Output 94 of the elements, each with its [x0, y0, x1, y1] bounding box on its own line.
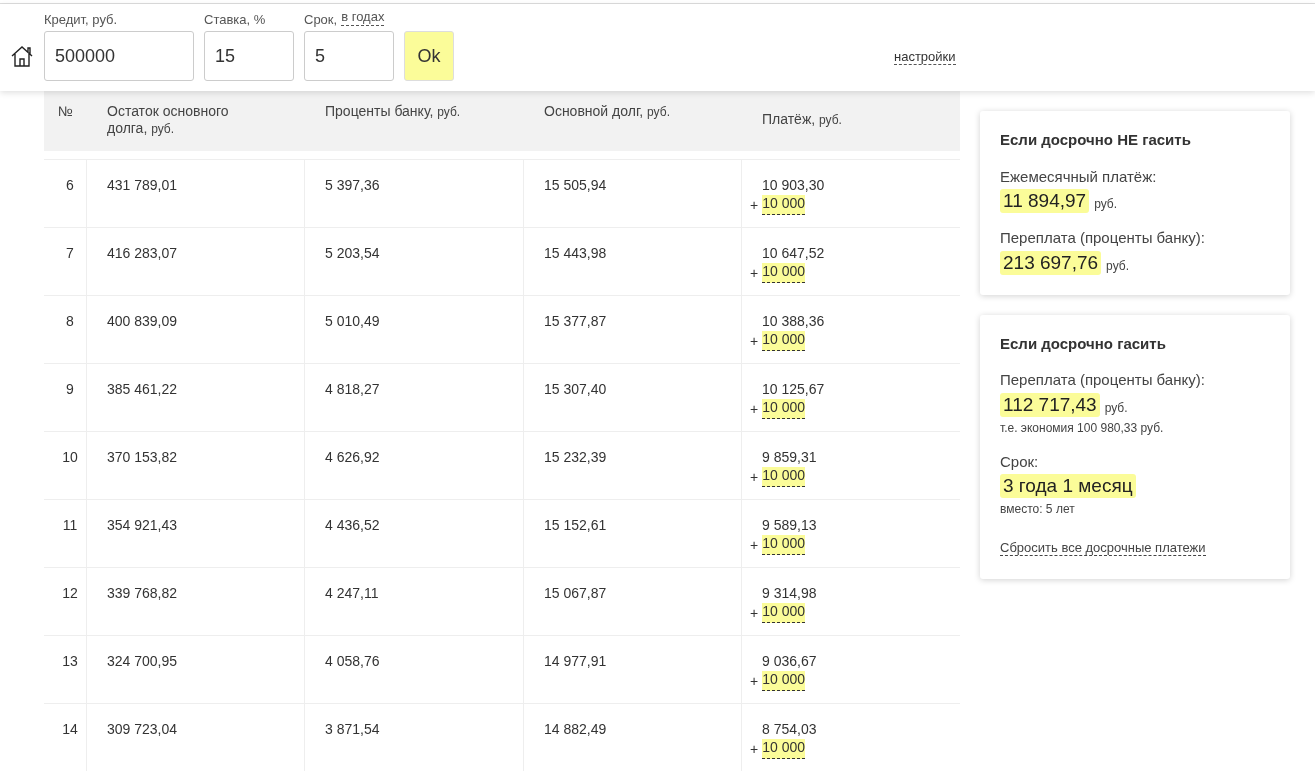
- extra-payment-link[interactable]: 10 000: [762, 195, 805, 215]
- table-cell: 15 067,87: [544, 585, 607, 601]
- table-cell-text: 10 903,30: [761, 176, 826, 195]
- input-field[interactable]: 15: [204, 31, 294, 81]
- column-header: №: [58, 103, 73, 121]
- extra-payment-link[interactable]: 10 000: [762, 535, 805, 555]
- table-cell-text: 10 125,67: [761, 380, 826, 399]
- table-cell: 400 839,09: [107, 313, 178, 329]
- table-cell: 385 461,22: [107, 381, 178, 397]
- table-cell: 431 789,01: [107, 177, 178, 193]
- highlighted-value: 213 697,76: [1000, 250, 1102, 275]
- table-cell: 339 768,82: [107, 585, 178, 601]
- table-cell: 4 058,76: [325, 653, 380, 669]
- table-cell: 5 203,54: [325, 245, 380, 261]
- home-icon[interactable]: [10, 44, 34, 68]
- table-cell-text: 8 754,03: [761, 720, 818, 739]
- unit-label: руб.: [1104, 399, 1128, 417]
- table-cell: 3 871,54: [325, 721, 380, 737]
- table-cell: 354 921,43: [107, 517, 178, 533]
- highlighted-value: 11 894,97: [1000, 189, 1090, 213]
- column-header: Основной долг, руб.: [544, 103, 671, 121]
- card-title: Если досрочно НЕ гасить: [1000, 130, 1192, 150]
- table-cell-text: 9 036,67: [761, 652, 818, 671]
- ok-button[interactable]: Ok: [404, 31, 454, 81]
- row-number: 12: [62, 585, 78, 601]
- table-cell: 15 307,40: [544, 381, 607, 397]
- row-number: 14: [62, 721, 78, 737]
- reset-link[interactable]: Сбросить все досрочные платежи: [1000, 540, 1206, 556]
- table-cell: 15 505,94: [544, 177, 607, 193]
- field-label: Срок,: [304, 11, 338, 26]
- extra-payment-link[interactable]: 10 000: [762, 739, 805, 759]
- unit-label: руб.: [1094, 196, 1117, 213]
- plus-sign: +: [750, 400, 759, 419]
- summary-label: Переплата (проценты банку):: [1000, 370, 1206, 390]
- highlighted-value: 3 года 1 месяц: [1000, 474, 1136, 498]
- table-cell: 309 723,04: [107, 721, 178, 737]
- unit-label: руб.: [1106, 257, 1129, 275]
- input-field[interactable]: 500000: [44, 31, 194, 81]
- table-cell: 14 977,91: [544, 653, 607, 669]
- summary-note: вместо: 5 лет: [1000, 501, 1076, 518]
- extra-payment-link[interactable]: 10 000: [762, 467, 805, 487]
- extra-payment-link[interactable]: 10 000: [762, 263, 805, 283]
- table-cell-text: 9 314,98: [761, 584, 818, 603]
- summary-label: Ежемесячный платёж:: [1000, 166, 1158, 187]
- plus-sign: +: [750, 604, 759, 623]
- plus-sign: +: [750, 672, 759, 691]
- settings-link[interactable]: настройки: [894, 49, 956, 65]
- plus-sign: +: [750, 740, 759, 759]
- table-cell: 4 436,52: [325, 517, 380, 533]
- table-cell: 15 152,61: [544, 517, 607, 533]
- table-cell: 15 377,87: [544, 313, 607, 329]
- table-cell-text: 9 859,31: [761, 448, 818, 467]
- row-number: 10: [62, 449, 78, 465]
- table-cell: 324 700,95: [107, 653, 178, 669]
- extra-payment-link[interactable]: 10 000: [762, 603, 805, 623]
- table-cell: 4 818,27: [325, 381, 380, 397]
- plus-sign: +: [750, 468, 759, 487]
- summary-label: Переплата (проценты банку):: [1000, 228, 1206, 248]
- table-cell: 5 397,36: [325, 177, 380, 193]
- field-label: Ставка, %: [204, 11, 266, 26]
- plus-sign: +: [750, 536, 759, 555]
- card-title: Если досрочно гасить: [1000, 333, 1167, 354]
- summary-label: Срок:: [1000, 451, 1040, 472]
- plus-sign: +: [750, 264, 759, 283]
- table-cell: 416 283,07: [107, 245, 178, 261]
- table-cell: 4 247,11: [325, 585, 379, 601]
- table-cell: 5 010,49: [325, 313, 380, 329]
- row-number: 7: [66, 245, 74, 261]
- row-number: 13: [62, 653, 78, 669]
- plus-sign: +: [750, 196, 759, 215]
- table-cell: 370 153,82: [107, 449, 178, 465]
- row-number: 9: [66, 381, 74, 397]
- input-field[interactable]: 5: [304, 31, 394, 81]
- column-header: Платёж, руб.: [762, 110, 843, 129]
- extra-payment-link[interactable]: 10 000: [762, 331, 805, 351]
- extra-payment-link[interactable]: 10 000: [762, 399, 805, 419]
- table-cell: 4 626,92: [325, 449, 380, 465]
- table-cell: 14 882,49: [544, 721, 607, 737]
- highlighted-value: 112 717,43: [1000, 392, 1100, 417]
- field-label: Кредит, руб.: [44, 11, 118, 26]
- table-cell-text: 10 388,36: [761, 312, 826, 331]
- row-number: 11: [62, 517, 78, 533]
- table-cell-text: 10 647,52: [761, 244, 826, 263]
- summary-note: т.е. экономия 100 980,33 руб.: [1000, 419, 1165, 437]
- table-cell: 15 443,98: [544, 245, 607, 261]
- extra-payment-link[interactable]: 10 000: [762, 671, 805, 691]
- row-number: 8: [66, 313, 74, 329]
- plus-sign: +: [750, 332, 759, 351]
- table-cell: 15 232,39: [544, 449, 607, 465]
- row-number: 6: [66, 177, 74, 193]
- table-cell-text: 9 589,13: [761, 516, 818, 535]
- column-header: Проценты банку, руб.: [325, 103, 462, 121]
- unit-link[interactable]: в годах: [341, 10, 385, 26]
- column-header: Остаток основного долга, руб.: [107, 103, 230, 138]
